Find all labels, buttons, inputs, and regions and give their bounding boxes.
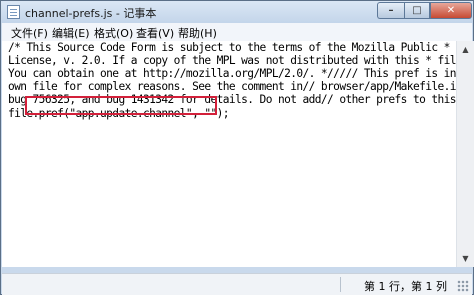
minimize-button[interactable]: –	[377, 2, 404, 19]
menu-format[interactable]: 格式(O)	[94, 25, 133, 41]
title-bar[interactable]: channel-prefs.js - 记事本 – □ ✕	[1, 1, 473, 23]
maximize-button[interactable]: □	[404, 2, 430, 19]
code-line: /* This Source Code Form is subject to t…	[8, 41, 450, 54]
scroll-up-arrow-icon[interactable]: ▲	[457, 41, 474, 58]
code-line: You can obtain one at http://mozilla.org…	[8, 67, 456, 80]
window-title: channel-prefs.js - 记事本	[25, 7, 157, 20]
menu-bar: 文件(F) 编辑(E) 格式(O) 查看(V) 帮助(H)	[2, 23, 472, 42]
code-line: License, v. 2.0. If a copy of the MPL wa…	[8, 54, 456, 67]
code-line: own file for complex reasons. See the co…	[8, 80, 456, 93]
notepad-icon	[7, 5, 20, 19]
menu-file[interactable]: 文件(F)	[11, 25, 48, 41]
menu-help[interactable]: 帮助(H)	[178, 25, 217, 41]
highlight-annotation-box	[25, 96, 217, 115]
status-bar: 第 1 行，第 1 列	[2, 273, 472, 295]
resize-grip-icon[interactable]	[457, 280, 469, 292]
text-editor-area[interactable]: /* This Source Code Form is subject to t…	[2, 41, 456, 267]
cursor-position: 第 1 行，第 1 列	[364, 280, 447, 293]
menu-edit[interactable]: 编辑(E)	[52, 25, 90, 41]
close-button[interactable]: ✕	[430, 2, 472, 19]
menu-view[interactable]: 查看(V)	[136, 25, 174, 41]
vertical-scrollbar[interactable]: ▲ ▼	[456, 41, 474, 267]
status-divider	[340, 277, 341, 292]
scroll-down-arrow-icon[interactable]: ▼	[457, 250, 474, 267]
notepad-window: channel-prefs.js - 记事本 – □ ✕ 文件(F) 编辑(E)…	[0, 0, 474, 295]
